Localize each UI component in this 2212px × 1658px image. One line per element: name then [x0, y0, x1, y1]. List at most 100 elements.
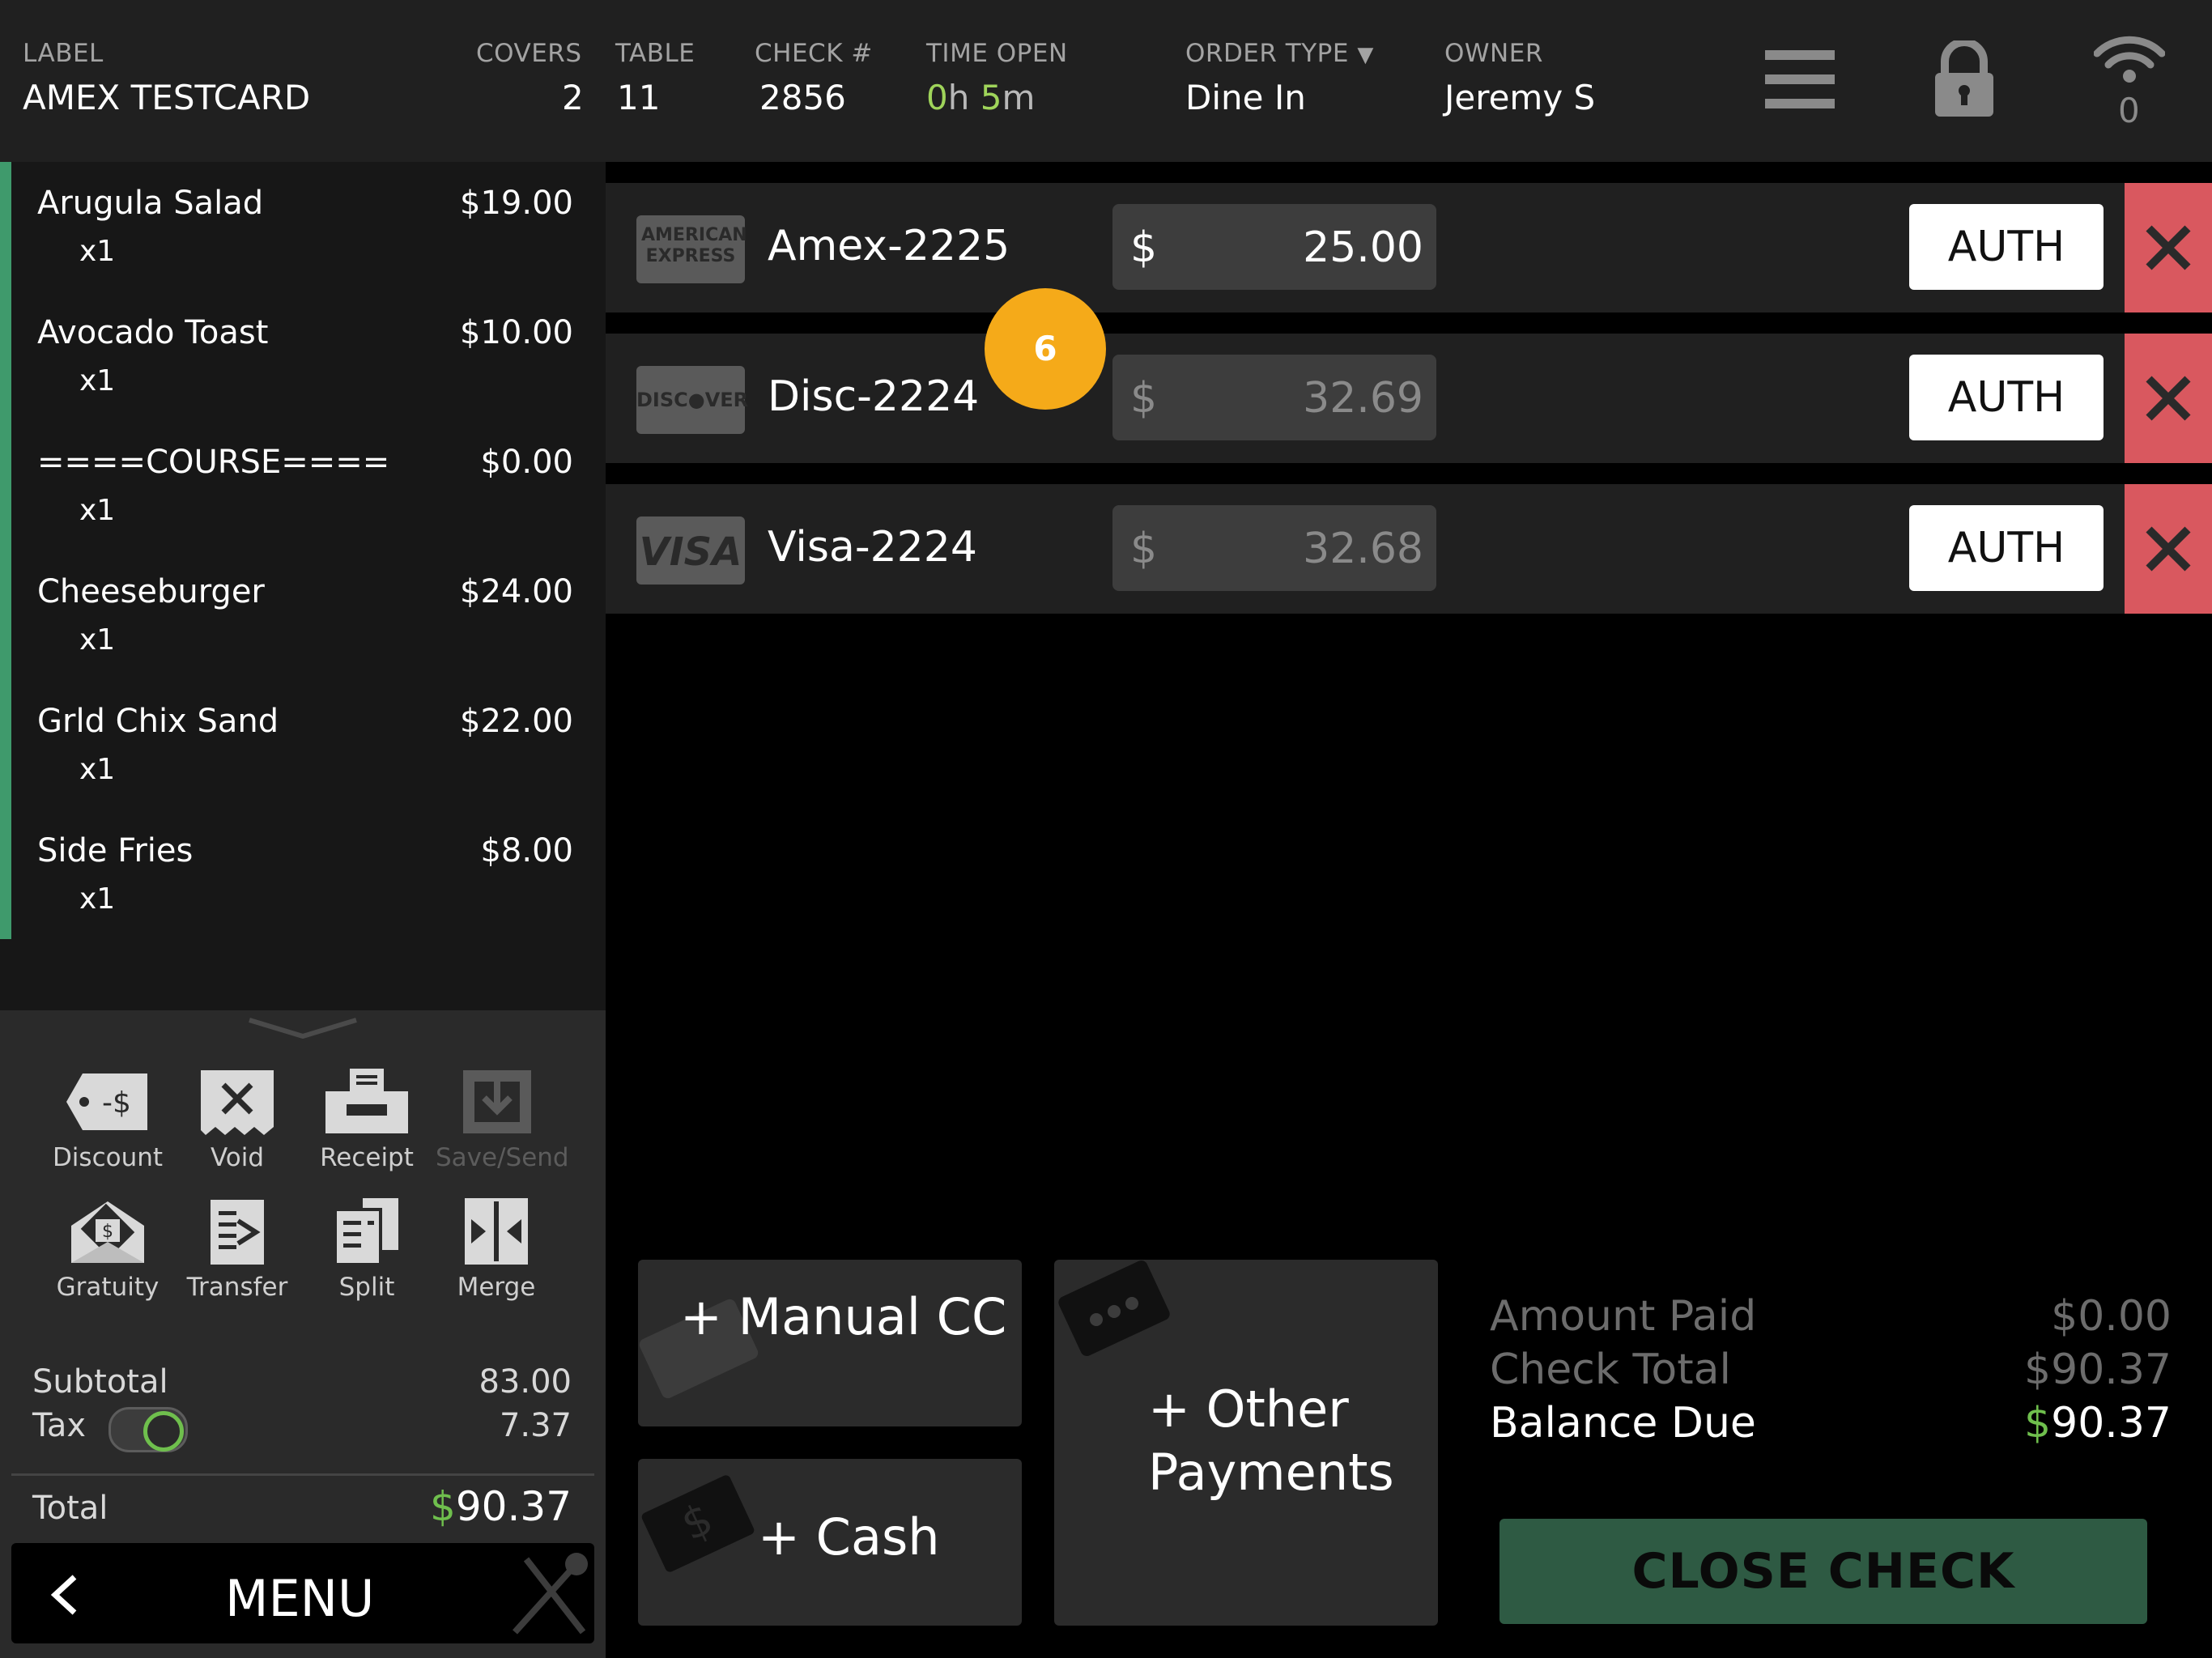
label-caption: LABEL [23, 39, 104, 68]
order-item-price: $24.00 [460, 573, 573, 610]
void-label: Void [210, 1143, 265, 1172]
payment-row[interactable]: AMERICAN EXPRESS Amex-2225 $ 25.00 AUTH [606, 183, 2212, 312]
payment-row[interactable]: DISC●VER Disc-2224 $ 32.69 AUTH [606, 334, 2212, 463]
auth-button[interactable]: AUTH [1909, 355, 2104, 440]
order-item-name: ====COURSE==== [37, 444, 390, 481]
merge-icon [465, 1198, 528, 1265]
table-value[interactable]: 11 [617, 78, 660, 117]
order-item-name: Cheeseburger [37, 573, 265, 610]
owner-caption: OWNER [1444, 39, 1543, 68]
tax-toggle[interactable] [108, 1407, 188, 1452]
merge-button[interactable]: Merge [436, 1197, 557, 1302]
order-item-row[interactable]: Side Fries $8.00 x1 [0, 826, 606, 955]
chevron-down-icon: ▼ [1357, 43, 1374, 67]
split-icon [334, 1198, 398, 1266]
transfer-button[interactable]: Transfer [177, 1197, 298, 1302]
payment-card-name: Visa-2224 [768, 523, 977, 572]
auth-button[interactable]: AUTH [1909, 204, 2104, 290]
order-item-name: Grld Chix Sand [37, 703, 279, 740]
remove-payment-button[interactable] [2125, 334, 2212, 463]
auth-button[interactable]: AUTH [1909, 505, 2104, 591]
svg-text:-$: -$ [102, 1086, 131, 1120]
discount-button[interactable]: -$ Discount [47, 1067, 168, 1172]
order-item-qty: x1 [79, 623, 116, 657]
order-item-price: $10.00 [460, 314, 573, 351]
transfer-icon [211, 1200, 264, 1265]
receipt-label: Receipt [320, 1143, 414, 1172]
menu-button[interactable]: MENU [11, 1543, 594, 1643]
payment-row[interactable]: VISA Visa-2224 $ 32.68 AUTH [606, 484, 2212, 614]
split-button[interactable]: Split [306, 1197, 428, 1302]
lock-icon[interactable] [1933, 40, 1995, 118]
subtotal-value: 83.00 [479, 1363, 572, 1401]
hamburger-menu-icon[interactable] [1765, 47, 1838, 112]
remove-payment-button[interactable] [2125, 183, 2212, 312]
payment-amount-value: 32.68 [1303, 525, 1423, 573]
order-item-row[interactable]: ====COURSE==== $0.00 x1 [0, 437, 606, 567]
remove-payment-button[interactable] [2125, 484, 2212, 614]
svg-text:$: $ [102, 1222, 113, 1242]
wifi-icon[interactable] [2094, 32, 2165, 84]
order-item-row[interactable]: Grld Chix Sand $22.00 x1 [0, 696, 606, 826]
covers-caption: COVERS [476, 39, 582, 68]
payment-amount-value: 25.00 [1303, 223, 1423, 272]
manual-cc-label: + Manual CC [680, 1287, 1007, 1346]
total-label: Total [32, 1490, 108, 1527]
check-total-value: $90.37 [2024, 1346, 2172, 1394]
order-item-row[interactable]: Avocado Toast $10.00 x1 [0, 308, 606, 437]
payment-amount-input[interactable]: $ 32.68 [1112, 505, 1436, 591]
order-item-qty: x1 [79, 235, 116, 268]
save-send-label: Save/Send [436, 1143, 569, 1172]
close-icon [2146, 376, 2191, 421]
owner-value[interactable]: Jeremy S [1444, 78, 1595, 117]
payment-amount-input[interactable]: $ 25.00 [1112, 204, 1436, 290]
tax-toggle-knob [143, 1411, 184, 1452]
receipt-button[interactable]: Receipt [306, 1067, 428, 1172]
cash-button[interactable]: $ + Cash [638, 1459, 1022, 1626]
currency-symbol: $ [1130, 223, 1158, 272]
visa-logo: VISA [636, 517, 745, 585]
payment-card-name: Amex-2225 [768, 222, 1010, 270]
payment-amount-value: 32.69 [1303, 374, 1423, 423]
collapse-chevron-icon[interactable] [246, 1017, 359, 1041]
order-item-price: $19.00 [460, 185, 573, 222]
cash-label: + Cash [758, 1507, 940, 1567]
payment-amount-input[interactable]: $ 32.69 [1112, 355, 1436, 440]
menu-label: MENU [225, 1569, 375, 1628]
order-item-price: $0.00 [480, 444, 573, 481]
amount-paid-label: Amount Paid [1490, 1292, 1757, 1341]
other-payments-button[interactable]: + Other Payments [1054, 1260, 1438, 1626]
order-item-price: $8.00 [480, 832, 573, 869]
balance-due-label: Balance Due [1490, 1399, 1756, 1448]
subtotal-label: Subtotal [32, 1363, 168, 1401]
discover-logo: DISC●VER [636, 366, 748, 434]
check-label-value[interactable]: AMEX TESTCARD [23, 78, 310, 117]
wifi-count: 0 [2118, 91, 2140, 130]
save-send-icon [463, 1070, 531, 1133]
amount-paid-value: $0.00 [2051, 1292, 2172, 1341]
covers-value[interactable]: 2 [562, 78, 584, 117]
manual-cc-button[interactable]: + Manual CC [638, 1260, 1022, 1426]
order-item-row[interactable]: Arugula Salad $19.00 x1 [0, 178, 606, 308]
close-check-button[interactable]: CLOSE CHECK [1499, 1519, 2147, 1624]
order-type-caption[interactable]: ORDER TYPE ▼ [1185, 39, 1374, 68]
order-item-qty: x1 [79, 753, 116, 786]
order-item-row[interactable]: Cheeseburger $24.00 x1 [0, 567, 606, 696]
other-payments-icon [1058, 1261, 1170, 1356]
order-item-name: Arugula Salad [37, 185, 264, 222]
cash-icon: $ [641, 1475, 755, 1572]
order-item-name: Side Fries [37, 832, 194, 869]
void-button[interactable]: Void [177, 1067, 298, 1172]
gratuity-button[interactable]: $ Gratuity [47, 1197, 168, 1302]
order-type-value[interactable]: Dine In [1185, 78, 1306, 117]
order-item-name: Avocado Toast [37, 314, 269, 351]
order-item-qty: x1 [79, 364, 116, 397]
gratuity-envelope-icon: $ [71, 1201, 144, 1263]
other-payments-label-line1: + Other [1148, 1380, 1349, 1439]
order-item-qty: x1 [79, 882, 116, 916]
tax-label: Tax [32, 1407, 86, 1444]
currency-symbol: $ [1130, 525, 1158, 573]
save-send-button[interactable]: Save/Send [436, 1067, 569, 1172]
close-icon [2146, 225, 2191, 270]
split-label: Split [338, 1273, 395, 1302]
